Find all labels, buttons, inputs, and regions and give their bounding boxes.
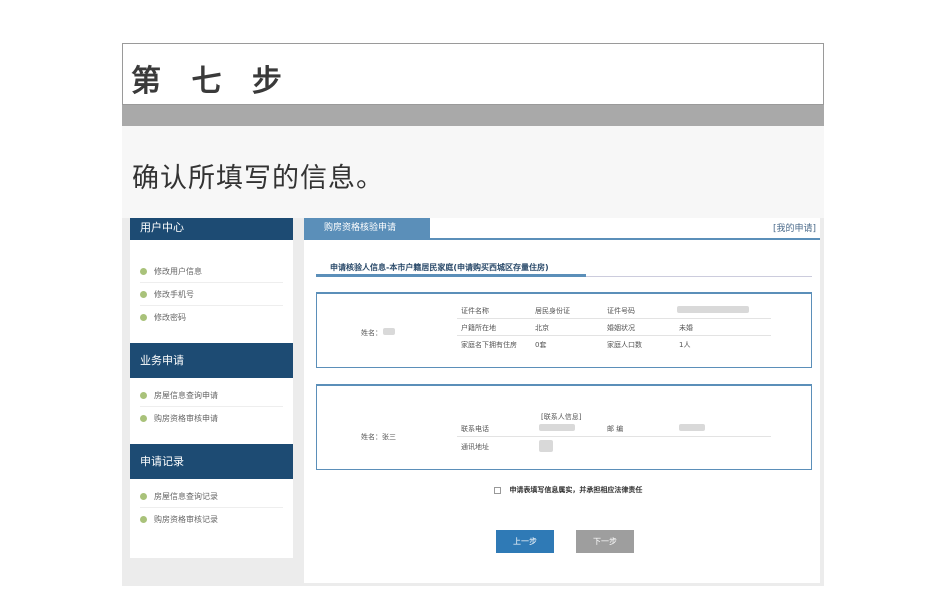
sidebar-section-business[interactable]: 业务申请 (130, 343, 293, 378)
sidebar-item-house-query-apply[interactable]: 房屋信息查询申请 (130, 384, 293, 407)
sidebar-section-user-center[interactable]: 用户中心 (130, 218, 293, 240)
main-content: 购房资格核验申请 [我的申请] 申请核验人信息-本市户籍居民家庭(申请购买西城区… (304, 218, 820, 583)
agreement-checkbox[interactable] (494, 486, 501, 494)
bullet-icon (140, 268, 147, 275)
step-title: 第 七 步 (131, 64, 292, 99)
sidebar-item-label: 购房资格审核记录 (154, 515, 218, 524)
applicant-info-panel: 姓名： 证件名称 居民身份证 证件号码 户籍所在地 北京 婚姻状况 未婚 家庭名… (316, 292, 812, 368)
family-members-value: 1人 (679, 341, 691, 349)
caption: 确认所填写的信息。 (132, 163, 384, 194)
redacted-name (383, 328, 395, 335)
hukou-label: 户籍所在地 (461, 324, 496, 332)
phone-label: 联系电话 (461, 425, 489, 433)
tab-qualification-apply[interactable]: 购房资格核验申请 (304, 218, 430, 240)
tab-bar: 购房资格核验申请 [我的申请] (304, 218, 820, 240)
marital-label: 婚姻状况 (607, 324, 635, 332)
sidebar-section-records[interactable]: 申请记录 (130, 444, 293, 479)
family-members-label: 家庭人口数 (607, 341, 642, 349)
redacted-address (539, 440, 553, 452)
sidebar-item-label: 房屋信息查询记录 (154, 492, 218, 501)
divider-bar (122, 105, 824, 126)
agreement-row: 申请表填写信息属实，并承担相应法律责任 (494, 485, 642, 495)
redacted-postcode (679, 424, 705, 431)
bullet-icon (140, 415, 147, 422)
owned-housing-value: 0套 (535, 341, 547, 349)
marital-value: 未婚 (679, 324, 693, 332)
bullet-icon (140, 516, 147, 523)
postcode-label: 邮 编 (607, 425, 624, 433)
next-step-button[interactable]: 下一步 (576, 530, 634, 553)
sidebar: 用户中心 修改用户信息 修改手机号 修改密码 业务申请 房屋信息查询申请 购房资… (130, 218, 293, 558)
prev-step-button[interactable]: 上一步 (496, 530, 554, 553)
hukou-value: 北京 (535, 324, 549, 332)
sidebar-item-qualification-record[interactable]: 购房资格审核记录 (130, 508, 293, 531)
sidebar-item-label: 修改手机号 (154, 290, 194, 299)
sidebar-item-label: 购房资格审核申请 (154, 414, 218, 423)
redacted-phone (539, 424, 575, 431)
my-applications-link[interactable]: [我的申请] (773, 221, 816, 234)
section-subtitle: 申请核验人信息-本市户籍居民家庭(申请购买西城区存量住房) (330, 263, 549, 272)
name-label: 姓名： (361, 329, 382, 337)
id-type-label: 证件名称 (461, 307, 489, 315)
sidebar-item-edit-password[interactable]: 修改密码 (130, 306, 293, 329)
contact-info-panel: [联系人信息] 姓名：张三 联系电话 邮 编 通讯地址 (316, 384, 812, 470)
id-type-value: 居民身份证 (535, 307, 570, 315)
bullet-icon (140, 392, 147, 399)
owned-housing-label: 家庭名下拥有住房 (461, 341, 517, 349)
caption-area: 确认所填写的信息。 (122, 126, 824, 218)
sidebar-item-label: 修改用户信息 (154, 267, 202, 276)
redacted-id-number (677, 306, 749, 313)
id-number-label: 证件号码 (607, 307, 635, 315)
sidebar-item-label: 修改密码 (154, 313, 186, 322)
contact-name: 姓名：张三 (361, 433, 396, 441)
agreement-text: 申请表填写信息属实，并承担相应法律责任 (509, 486, 643, 494)
bullet-icon (140, 314, 147, 321)
bullet-icon (140, 493, 147, 500)
web-screenshot: 用户中心 修改用户信息 修改手机号 修改密码 业务申请 房屋信息查询申请 购房资… (122, 218, 824, 586)
step-title-box: 第 七 步 (122, 43, 824, 105)
contact-info-header: [联系人信息] (541, 413, 582, 421)
sidebar-item-label: 房屋信息查询申请 (154, 391, 218, 400)
sidebar-item-qualification-apply[interactable]: 购房资格审核申请 (130, 407, 293, 430)
bullet-icon (140, 291, 147, 298)
address-label: 通讯地址 (461, 443, 489, 451)
sidebar-item-house-query-record[interactable]: 房屋信息查询记录 (130, 485, 293, 508)
sidebar-item-edit-phone[interactable]: 修改手机号 (130, 283, 293, 306)
sidebar-item-edit-user-info[interactable]: 修改用户信息 (130, 260, 293, 283)
